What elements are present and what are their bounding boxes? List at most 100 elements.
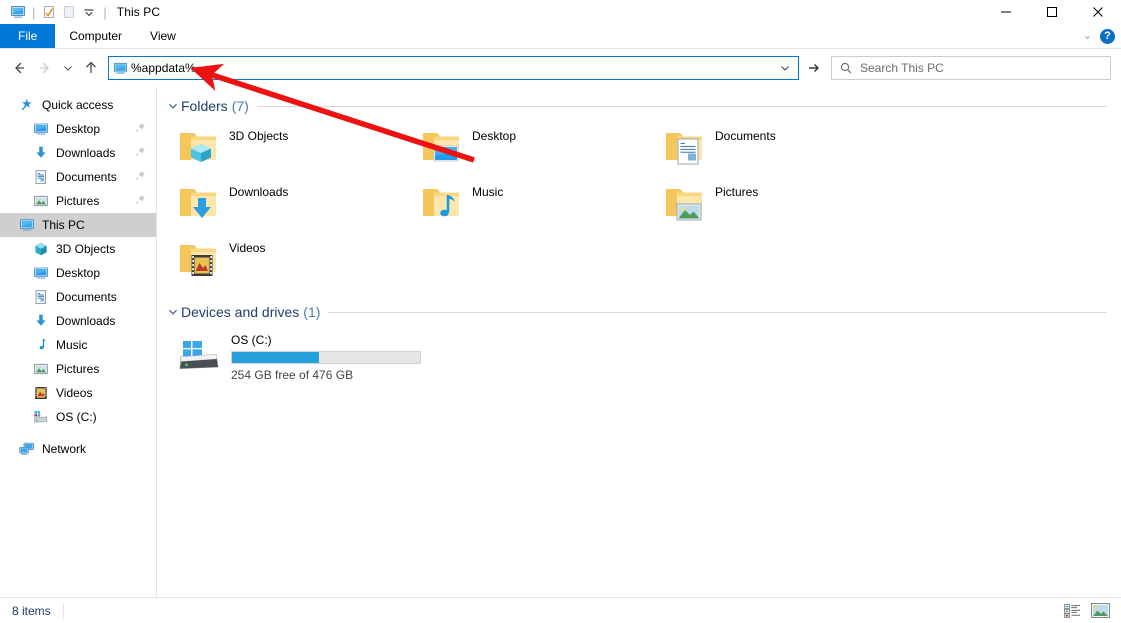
sidebar-item-downloads[interactable]: Downloads: [0, 309, 156, 333]
explorer-body: Quick access Desktop Downloads Documents…: [0, 87, 1121, 597]
maximize-button[interactable]: [1029, 0, 1075, 24]
group-header-devices-and-drives[interactable]: Devices and drives (1): [157, 301, 1121, 323]
sidebar-item-pictures-qa[interactable]: Pictures: [0, 189, 156, 213]
sidebar-item-desktop[interactable]: Desktop: [0, 261, 156, 285]
address-dropdown-icon[interactable]: [772, 57, 798, 79]
sidebar-item-label: Downloads: [56, 146, 116, 160]
windows-drive-icon: [175, 331, 223, 379]
qat-separator-2: |: [103, 4, 107, 20]
view-mode-buttons: [1061, 598, 1111, 623]
pin-icon[interactable]: [135, 170, 146, 184]
new-folder-icon[interactable]: [59, 2, 79, 22]
address-path-text[interactable]: %appdata%: [131, 61, 772, 75]
tab-view[interactable]: View: [136, 24, 190, 48]
this-pc-icon[interactable]: [8, 2, 28, 22]
list-item[interactable]: Pictures: [661, 177, 904, 233]
list-item[interactable]: Documents: [661, 121, 904, 177]
go-button[interactable]: [799, 56, 829, 80]
help-icon[interactable]: ?: [1100, 28, 1115, 44]
group-header-folders[interactable]: Folders (7): [157, 95, 1121, 117]
properties-icon[interactable]: [39, 2, 59, 22]
tab-computer[interactable]: Computer: [55, 24, 136, 48]
sidebar-item-network[interactable]: Network: [0, 437, 156, 461]
drive-tile-grid: OS (C:) 254 GB free of 476 GB: [157, 323, 1121, 382]
search-box[interactable]: Search This PC: [831, 56, 1111, 80]
search-icon: [832, 61, 860, 75]
sidebar-item-this-pc[interactable]: This PC: [0, 213, 156, 237]
back-button[interactable]: [6, 55, 32, 81]
desktop-icon: [32, 120, 50, 138]
sidebar-item-label: Network: [42, 442, 87, 456]
list-item-label: Downloads: [229, 185, 289, 199]
details-view-button[interactable]: [1061, 601, 1083, 621]
ribbon-right-controls: ⌄ ?: [1083, 24, 1115, 48]
pin-icon[interactable]: [135, 194, 146, 208]
sidebar-item-downloads-qa[interactable]: Downloads: [0, 141, 156, 165]
sidebar-item-label: 3D Objects: [56, 242, 116, 256]
content-pane: Folders (7) 3D Objects Desktop Documents…: [157, 87, 1121, 597]
sidebar-item-label: Pictures: [56, 194, 100, 208]
sidebar-item-os-c[interactable]: OS (C:): [0, 405, 156, 429]
sidebar-item-quick-access[interactable]: Quick access: [0, 93, 156, 117]
close-button[interactable]: [1075, 0, 1121, 24]
pin-icon[interactable]: [135, 146, 146, 160]
list-item-label: Videos: [229, 241, 266, 255]
drive-free-text: 254 GB free of 476 GB: [231, 368, 354, 382]
list-item[interactable]: Downloads: [175, 177, 418, 233]
list-item[interactable]: Desktop: [418, 121, 661, 177]
file-explorer-window: | | This PC File Computer View ⌄ ? %appd…: [0, 0, 1121, 623]
sidebar-item-pictures[interactable]: Pictures: [0, 357, 156, 381]
folder-desktop-icon: [418, 123, 466, 171]
sidebar-item-label: Music: [56, 338, 88, 352]
sidebar-item-label: Desktop: [56, 122, 101, 136]
window-controls: [983, 0, 1121, 24]
sidebar-item-label: Pictures: [56, 362, 100, 376]
list-item[interactable]: 3D Objects: [175, 121, 418, 177]
address-bar[interactable]: %appdata%: [108, 56, 799, 80]
sidebar-item-desktop-qa[interactable]: Desktop: [0, 117, 156, 141]
status-divider: [62, 602, 64, 619]
sidebar-item-documents[interactable]: Documents: [0, 285, 156, 309]
sidebar-item-documents-qa[interactable]: Documents: [0, 165, 156, 189]
folder-tile-grid: 3D Objects Desktop Documents Downloads M…: [157, 117, 1121, 289]
drive-name: OS (C:): [231, 333, 272, 347]
group-count: (7): [231, 98, 249, 114]
this-pc-icon: [18, 216, 36, 234]
sidebar-item-music[interactable]: Music: [0, 333, 156, 357]
quick-access-toolbar: | | This PC: [0, 2, 160, 22]
forward-button[interactable]: [32, 55, 58, 81]
item-count-label: 8 items: [12, 603, 51, 618]
minimize-button[interactable]: [983, 0, 1029, 24]
sidebar-item-videos[interactable]: Videos: [0, 381, 156, 405]
chevron-down-icon[interactable]: ⌄: [1083, 30, 1092, 42]
drive-info: OS (C:) 254 GB free of 476 GB: [231, 331, 421, 382]
tab-file[interactable]: File: [0, 24, 56, 48]
list-item[interactable]: Music: [418, 177, 661, 233]
documents-icon: [32, 168, 50, 186]
chevron-down-icon[interactable]: [165, 306, 181, 318]
recent-locations-button[interactable]: [58, 55, 78, 81]
list-item[interactable]: Videos: [175, 233, 418, 289]
sidebar-item-3d-objects[interactable]: 3D Objects: [0, 237, 156, 261]
drive-capacity-bar: [231, 351, 421, 364]
pin-icon[interactable]: [135, 122, 146, 136]
chevron-down-icon[interactable]: [165, 100, 181, 112]
folder-videos-icon: [175, 235, 223, 283]
group-rule: [256, 105, 1107, 107]
videos-icon: [32, 384, 50, 402]
customize-dropdown-icon[interactable]: [79, 2, 99, 22]
music-icon: [32, 336, 50, 354]
group-title: Devices and drives: [181, 304, 300, 320]
list-item[interactable]: OS (C:) 254 GB free of 476 GB: [175, 327, 435, 382]
qat-separator-1: |: [32, 4, 36, 20]
downloads-icon: [32, 144, 50, 162]
folder-3d-objects-icon: [175, 123, 223, 171]
drive-icon: [32, 408, 50, 426]
search-input[interactable]: Search This PC: [860, 61, 944, 75]
list-item-label: Documents: [715, 129, 776, 143]
large-icons-view-button[interactable]: [1089, 601, 1111, 621]
sidebar-item-label: Videos: [56, 386, 93, 400]
folder-pictures-icon: [661, 179, 709, 227]
up-button[interactable]: [78, 55, 104, 81]
drive-capacity-fill: [232, 352, 320, 363]
